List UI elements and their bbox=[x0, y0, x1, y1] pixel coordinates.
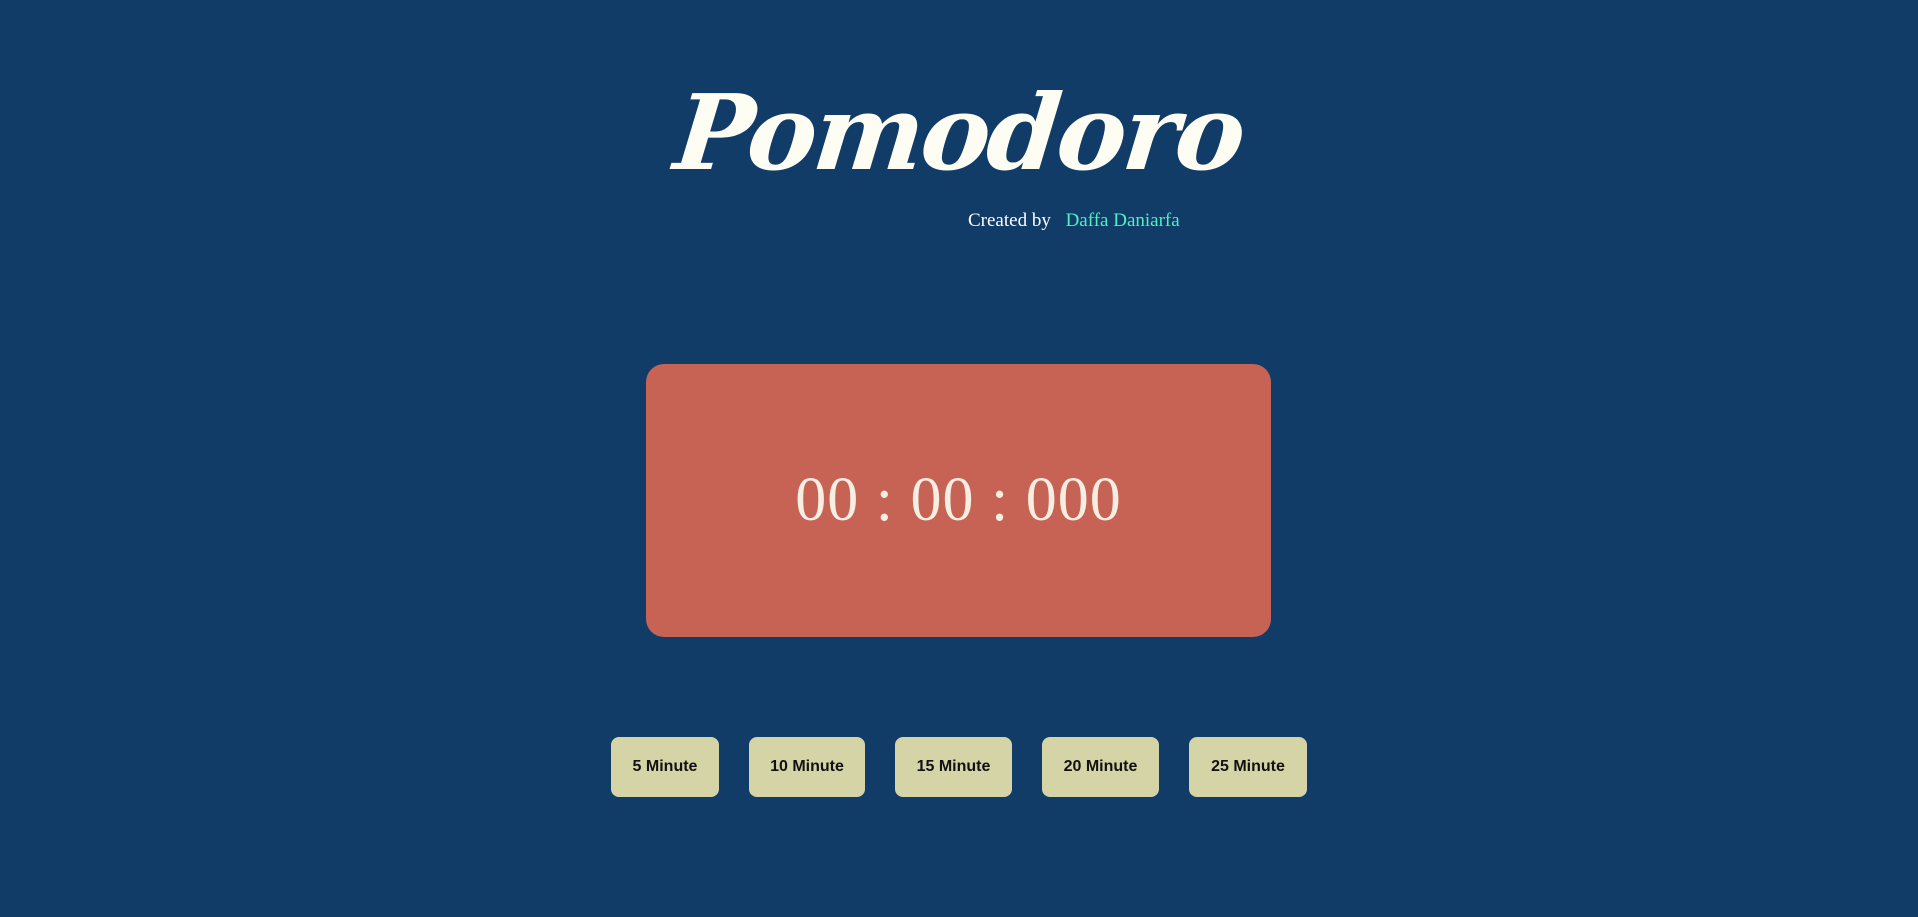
credit-prefix: Created by bbox=[968, 210, 1051, 231]
timer-panel: 00 : 00 : 000 bbox=[646, 364, 1271, 637]
preset-5-minute-button[interactable]: 5 Minute bbox=[611, 737, 719, 797]
credit-line: Created by Daffa Daniarfa bbox=[968, 210, 1180, 232]
preset-25-minute-button[interactable]: 25 Minute bbox=[1189, 737, 1307, 797]
app-title: Pomodoro bbox=[669, 71, 1249, 194]
preset-20-minute-button[interactable]: 20 Minute bbox=[1042, 737, 1159, 797]
preset-button-group: 5 Minute 10 Minute 15 Minute 20 Minute 2… bbox=[0, 737, 1918, 797]
preset-10-minute-button[interactable]: 10 Minute bbox=[749, 737, 865, 797]
preset-15-minute-button[interactable]: 15 Minute bbox=[895, 737, 1012, 797]
timer-display: 00 : 00 : 000 bbox=[795, 466, 1122, 534]
author-link[interactable]: Daffa Daniarfa bbox=[1066, 210, 1180, 231]
